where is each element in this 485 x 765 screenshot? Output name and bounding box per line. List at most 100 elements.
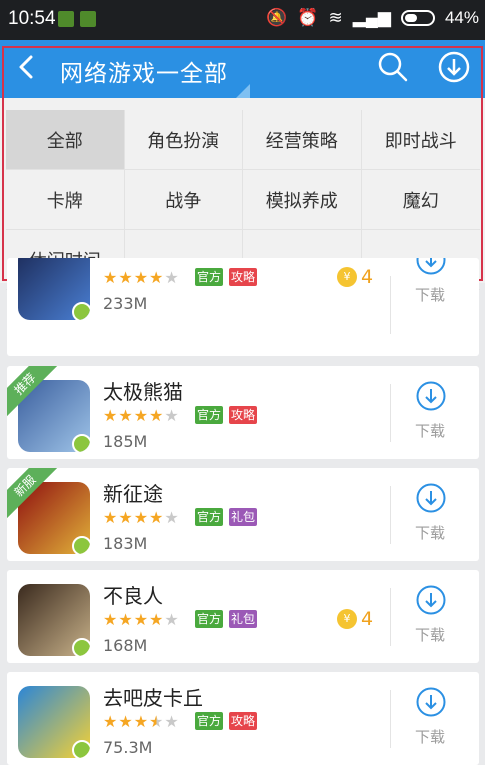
card-divider <box>390 486 391 544</box>
download-label[interactable]: 下载 <box>415 284 445 305</box>
coin-count: 4 <box>361 266 374 288</box>
official-tag: 官方 <box>195 268 224 286</box>
download-circle-icon <box>416 258 446 275</box>
card-divider <box>390 690 391 748</box>
app-size: 185M <box>103 432 148 451</box>
coin-reward: ¥4 <box>337 608 373 630</box>
rating-stars: ★★★★★ <box>103 712 180 731</box>
download-circle-icon <box>438 51 470 83</box>
card-divider <box>390 384 391 442</box>
star-full-icon: ★ <box>133 268 150 287</box>
category-item[interactable]: 卡牌 <box>6 170 125 230</box>
download-button[interactable] <box>415 482 447 514</box>
star-full-icon: ★ <box>118 268 134 287</box>
chevron-left-icon <box>19 55 33 79</box>
download-button[interactable] <box>415 380 447 412</box>
download-label[interactable]: 下载 <box>415 624 445 645</box>
notification-icon <box>80 11 96 27</box>
gift-tag: 礼包 <box>229 508 258 526</box>
app-name: 不良人 <box>103 584 163 608</box>
download-button[interactable] <box>415 584 447 616</box>
strategy-tag: 攻略 <box>229 712 258 730</box>
download-manager-button[interactable] <box>437 50 471 84</box>
star-full-icon: ★ <box>133 508 150 527</box>
download-circle-icon <box>416 585 446 615</box>
star-full-icon: ★ <box>103 712 119 731</box>
coin-icon: ¥ <box>337 267 357 287</box>
app-card[interactable]: ★★★★★ 官方 攻略 233M ¥4 下载 <box>7 258 479 356</box>
download-circle-icon <box>416 687 446 717</box>
star-empty-icon: ★ <box>164 268 180 287</box>
app-card[interactable]: 不良人 ★★★★★ 官方 礼包 168M ¥4 下载 <box>7 570 479 663</box>
app-name: 去吧皮卡丘 <box>103 686 203 710</box>
strategy-tag: 攻略 <box>229 268 258 286</box>
android-icon <box>72 536 90 554</box>
status-time: 10:54 <box>8 8 56 29</box>
app-icon[interactable] <box>18 584 90 656</box>
search-button[interactable] <box>376 50 410 84</box>
android-icon <box>72 740 90 758</box>
coin-count: 4 <box>361 608 374 630</box>
search-icon <box>378 52 408 82</box>
card-divider <box>390 276 391 334</box>
app-icon[interactable] <box>18 686 90 758</box>
card-divider <box>390 588 391 646</box>
official-tag: 官方 <box>195 610 224 628</box>
official-tag: 官方 <box>195 508 224 526</box>
star-full-icon: ★ <box>103 508 119 527</box>
mute-icon: 🔕 <box>266 8 288 27</box>
download-button[interactable] <box>415 686 447 718</box>
star-empty-icon: ★ <box>164 610 180 629</box>
wifi-icon: ≋ <box>328 8 343 27</box>
back-button[interactable] <box>16 53 38 86</box>
star-full-icon: ★ <box>133 406 150 425</box>
page-title[interactable]: 网络游戏一全部 <box>60 54 228 88</box>
star-full-icon: ★ <box>118 406 134 425</box>
official-tag: 官方 <box>195 712 224 730</box>
app-icon[interactable] <box>18 258 90 320</box>
download-button[interactable] <box>415 258 447 276</box>
category-item[interactable]: 战争 <box>124 170 243 230</box>
strategy-tag: 攻略 <box>229 406 258 424</box>
star-full-icon: ★ <box>133 610 150 629</box>
gift-tag: 礼包 <box>229 610 258 628</box>
download-circle-icon <box>416 381 446 411</box>
rating-stars: ★★★★★ <box>103 406 180 425</box>
download-label[interactable]: 下载 <box>415 420 445 441</box>
signal-icon: ▂▄▆ <box>352 8 391 27</box>
official-tag: 官方 <box>195 406 224 424</box>
star-full-icon: ★ <box>149 268 165 287</box>
star-full-icon: ★ <box>118 508 134 527</box>
app-card[interactable]: 去吧皮卡丘 ★★★★★ 官方 攻略 75.3M 下载 <box>7 672 479 765</box>
app-card[interactable]: 新服 新征途 ★★★★★ 官方 礼包 183M 下载 <box>7 468 479 561</box>
app-size: 233M <box>103 294 148 313</box>
download-label[interactable]: 下载 <box>415 726 445 747</box>
category-item[interactable]: 魔幻 <box>361 170 480 230</box>
battery-icon <box>400 10 435 26</box>
battery-level: 44% <box>444 8 479 27</box>
star-empty-icon: ★ <box>164 508 180 527</box>
rating-stars: ★★★★★ <box>103 610 180 629</box>
app-size: 168M <box>103 636 148 655</box>
category-item[interactable]: 经营策略 <box>243 110 362 170</box>
star-full-icon: ★ <box>103 610 119 629</box>
category-item[interactable]: 即时战斗 <box>361 110 480 170</box>
category-item[interactable]: 全部 <box>6 110 125 170</box>
star-half-icon: ★ <box>149 712 165 731</box>
status-bar: 10:54 🔕 ⏰ ≋ ▂▄▆ 44% <box>0 0 485 40</box>
android-icon <box>72 434 90 452</box>
coin-reward: ¥4 <box>337 266 373 288</box>
star-full-icon: ★ <box>133 712 150 731</box>
category-panel: 全部 角色扮演 经营策略 即时战斗 卡牌 战争 模拟养成 魔幻 休闲时间 <box>0 98 485 290</box>
rating-stars: ★★★★★ <box>103 268 180 287</box>
app-card[interactable]: 推荐 太极熊猫 ★★★★★ 官方 攻略 185M 下载 <box>7 366 479 459</box>
title-dropdown-indicator[interactable] <box>236 84 250 98</box>
star-empty-icon: ★ <box>164 712 180 731</box>
rating-stars: ★★★★★ <box>103 508 180 527</box>
download-label[interactable]: 下载 <box>415 522 445 543</box>
category-item[interactable]: 模拟养成 <box>243 170 362 230</box>
category-item[interactable]: 角色扮演 <box>124 110 243 170</box>
alarm-icon: ⏰ <box>297 8 319 27</box>
app-name: 太极熊猫 <box>103 380 183 404</box>
android-icon <box>72 638 90 656</box>
